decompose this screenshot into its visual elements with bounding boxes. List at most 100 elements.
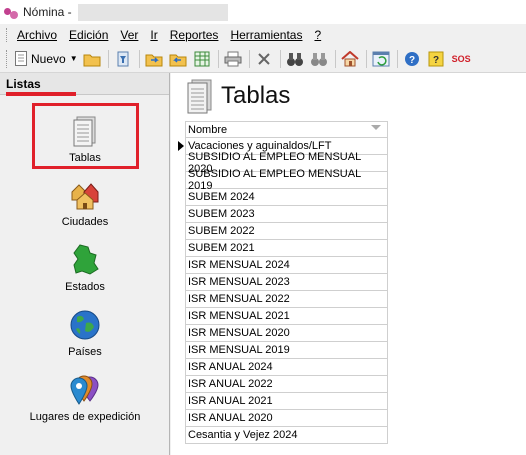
toolbar-separator [217, 49, 219, 68]
table-row[interactable]: ISR ANUAL 2021 [185, 393, 388, 410]
import-button[interactable] [144, 49, 164, 69]
folder-export-icon [169, 54, 187, 66]
table-row[interactable]: SUBEM 2024 [185, 189, 388, 206]
row-name-cell: ISR ANUAL 2021 [188, 395, 273, 407]
row-name-cell: ISR ANUAL 2020 [188, 412, 273, 424]
table-row[interactable]: SUBEM 2021 [185, 240, 388, 257]
table-row[interactable]: ISR MENSUAL 2022 [185, 291, 388, 308]
nav-panel-title: Listas [6, 76, 41, 91]
menu-bar: Archivo Edición Ver Ir Reportes Herramie… [0, 24, 526, 45]
row-name-cell: ISR MENSUAL 2023 [188, 276, 290, 288]
table-row[interactable]: ISR ANUAL 2020 [185, 410, 388, 427]
nav-item-label: Lugares de expedición [29, 411, 141, 423]
table-row[interactable]: ISR MENSUAL 2023 [185, 274, 388, 291]
location-pins-icon [68, 373, 102, 407]
table-row[interactable]: ISR ANUAL 2024 [185, 359, 388, 376]
sos-button[interactable]: SOS [452, 54, 471, 64]
open-folder-button[interactable] [82, 49, 102, 69]
nav-item-label: Estados [65, 281, 105, 293]
home-button[interactable] [340, 49, 360, 69]
toolbar-separator [279, 49, 281, 68]
table-row[interactable]: ISR MENSUAL 2020 [185, 325, 388, 342]
table-row[interactable]: SUBSIDIO AL EMPLEO MENSUAL 2019 [185, 168, 388, 192]
nuevo-button[interactable]: Nuevo ▼ [15, 51, 78, 66]
delete-x-icon [257, 52, 270, 65]
menu-edicion[interactable]: Edición [69, 28, 108, 42]
globe-icon [68, 308, 102, 342]
title-redacted [77, 3, 228, 21]
row-name-cell: SUBEM 2022 [188, 225, 255, 237]
toolbar-separator [138, 49, 140, 68]
selection-annotation-box [32, 103, 139, 169]
new-document-icon [15, 51, 27, 66]
row-name-cell: ISR MENSUAL 2021 [188, 310, 290, 322]
app-logo-icon [3, 4, 19, 20]
nav-item-ciudades[interactable]: Ciudades [0, 178, 170, 228]
table-row[interactable]: Cesantia y Vejez 2024 [185, 427, 388, 444]
row-name-cell: SUBEM 2023 [188, 208, 255, 220]
svg-text:?: ? [409, 55, 415, 66]
toolbar-separator [107, 49, 109, 68]
page-title: Tablas [221, 82, 291, 109]
table-row[interactable]: ISR MENSUAL 2024 [185, 257, 388, 274]
export-button[interactable] [168, 49, 188, 69]
window-refresh-icon [372, 51, 390, 66]
document-table-icon [187, 79, 212, 114]
toolbar-separator [396, 49, 398, 68]
tables-grid: Nombre Vacaciones y aguinaldos/LFT SUBSID… [178, 121, 388, 444]
table-row[interactable]: ISR ANUAL 2022 [185, 376, 388, 393]
menu-ir[interactable]: Ir [150, 28, 157, 42]
row-name-cell: ISR MENSUAL 2019 [188, 344, 290, 356]
table-row[interactable]: SUBEM 2023 [185, 206, 388, 223]
row-name-cell: ISR MENSUAL 2020 [188, 327, 290, 339]
svg-text:?: ? [433, 55, 439, 66]
row-name-cell: ISR ANUAL 2024 [188, 361, 273, 373]
row-name-cell: SUBEM 2021 [188, 242, 255, 254]
spreadsheet-icon [194, 51, 210, 66]
find-next-button[interactable] [309, 49, 329, 69]
nav-item-lugares-expedicion[interactable]: Lugares de expedición [0, 373, 170, 423]
menu-help[interactable]: ? [314, 28, 321, 42]
nav-item-paises[interactable]: Países [0, 308, 170, 358]
about-button[interactable]: ? [426, 49, 446, 69]
city-houses-icon [68, 178, 102, 212]
find-button[interactable] [285, 49, 305, 69]
row-name-cell: ISR MENSUAL 2024 [188, 259, 290, 271]
title-bar: Nómina - [0, 0, 526, 24]
help-question-icon: ? [404, 51, 419, 66]
main-content: Tablas Nombre Vacaciones y aguinaldos/LF… [171, 73, 526, 455]
chevron-down-icon[interactable]: ▼ [70, 54, 78, 63]
spreadsheet-button[interactable] [192, 49, 212, 69]
nav-item-label: Países [68, 346, 102, 358]
toolbar-separator [248, 49, 250, 68]
column-header-nombre[interactable]: Nombre [185, 121, 388, 138]
refresh-button[interactable] [371, 49, 391, 69]
delete-button[interactable] [254, 49, 274, 69]
main-header: Tablas [171, 73, 526, 119]
toolbar-separator [334, 49, 336, 68]
nav-item-estados[interactable]: Estados [0, 243, 170, 293]
row-name-cell: Cesantia y Vejez 2024 [188, 429, 298, 441]
menu-archivo[interactable]: Archivo [17, 28, 57, 42]
window-title: Nómina - [23, 5, 72, 19]
menu-ver[interactable]: Ver [120, 28, 138, 42]
menubar-grip [6, 27, 9, 42]
row-name-cell: ISR MENSUAL 2022 [188, 293, 290, 305]
folder-import-icon [145, 54, 163, 66]
nav-item-label: Ciudades [61, 216, 109, 228]
row-name-cell: SUBEM 2024 [188, 191, 255, 203]
help-button[interactable]: ? [402, 49, 422, 69]
menu-reportes[interactable]: Reportes [170, 28, 219, 42]
binoculars-next-icon [310, 52, 327, 66]
menu-herramientas[interactable]: Herramientas [230, 28, 302, 42]
filter-button[interactable] [113, 49, 133, 69]
table-row[interactable]: ISR MENSUAL 2019 [185, 342, 388, 359]
binoculars-icon [286, 52, 303, 66]
filter-icon [117, 51, 129, 66]
table-row[interactable]: SUBEM 2022 [185, 223, 388, 240]
table-row[interactable]: ISR MENSUAL 2021 [185, 308, 388, 325]
open-folder-icon [83, 54, 101, 66]
print-button[interactable] [223, 49, 243, 69]
state-map-icon [68, 243, 102, 277]
header-annotation-underline [6, 92, 76, 96]
